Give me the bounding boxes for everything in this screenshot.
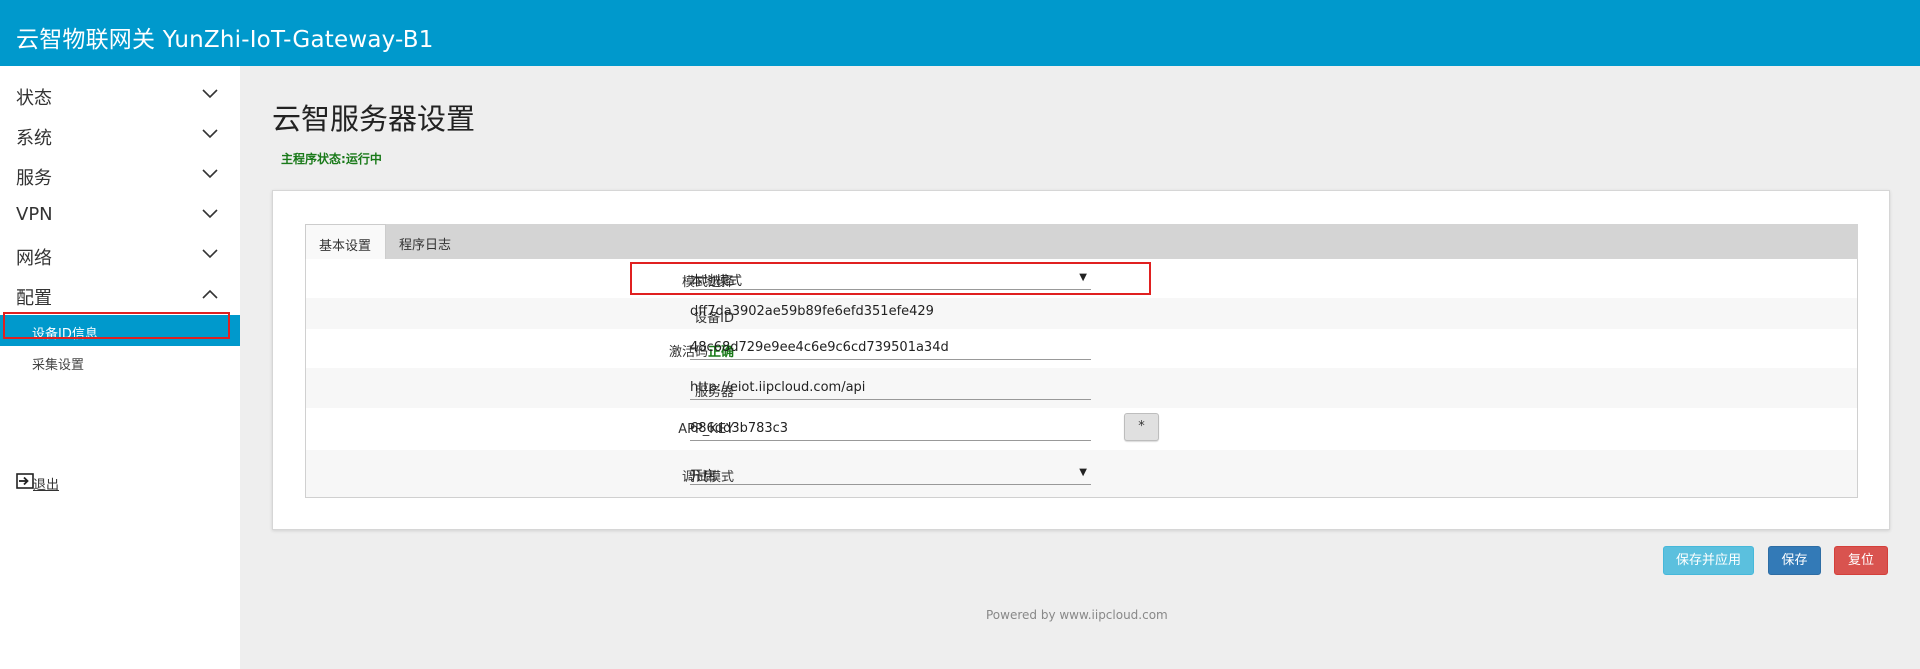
sidebar-item-status[interactable]: 状态	[0, 75, 240, 115]
debug-mode-select[interactable]: 开启 ▼	[690, 461, 1091, 485]
page-title: 云智服务器设置	[272, 102, 476, 136]
tab-bar: 基本设置 程序日志	[305, 224, 1858, 259]
top-header: 云智物联网关 YunZhi-IoT-Gateway-B1	[0, 0, 1920, 66]
sidebar-subitem-label: 设备ID信息	[32, 327, 98, 342]
tab-basic-settings[interactable]: 基本设置	[305, 224, 386, 259]
server-input[interactable]: http://eiot.iipcloud.com/api	[690, 376, 1091, 400]
sidebar-subitem-collect-settings[interactable]: 采集设置	[0, 346, 240, 377]
chevron-down-icon	[202, 207, 218, 221]
activation-code-input[interactable]: 48c68d729e9ee4c6e9c6cd739501a34d	[690, 336, 1091, 360]
settings-card: 基本设置 程序日志 模式选择 本地模式 ▼ 设备ID dff7da3902ae5…	[272, 190, 1890, 530]
tab-program-log[interactable]: 程序日志	[386, 224, 468, 259]
app-title: 云智物联网关 YunZhi-IoT-Gateway-B1	[16, 27, 434, 53]
program-status: 主程序状态:运行中	[281, 150, 382, 167]
chevron-down-icon	[202, 87, 218, 101]
chevron-down-icon	[202, 247, 218, 261]
sidebar-item-label: 配置	[16, 288, 52, 309]
mode-select-value: 本地模式	[690, 274, 743, 289]
logout-label: 退出	[33, 478, 60, 493]
save-and-apply-button[interactable]: 保存并应用	[1663, 546, 1754, 575]
mode-select[interactable]: 本地模式 ▼	[690, 266, 1091, 290]
sidebar-item-network[interactable]: 网络	[0, 235, 240, 275]
sidebar-subitem-device-id[interactable]: 设备ID信息	[0, 315, 240, 346]
sidebar: 状态 系统 服务 VPN 网络 配置 设备ID信息 采集设置 退出	[0, 66, 240, 669]
form-row-debug: 调试模式 开启 ▼	[306, 450, 1857, 497]
sidebar-item-services[interactable]: 服务	[0, 155, 240, 195]
reveal-key-button[interactable]: *	[1124, 413, 1159, 441]
app-key-value: 686dd3b783c3	[690, 421, 789, 436]
form-box: 模式选择 本地模式 ▼ 设备ID dff7da3902ae59b89fe6efd…	[305, 259, 1858, 498]
server-value: http://eiot.iipcloud.com/api	[690, 380, 866, 395]
form-row-activation: 激活码正确 48c68d729e9ee4c6e9c6cd739501a34d	[306, 329, 1857, 368]
tab-label: 基本设置	[319, 239, 372, 254]
sidebar-subitem-label: 采集设置	[32, 358, 85, 373]
tab-label: 程序日志	[399, 238, 452, 253]
save-button[interactable]: 保存	[1768, 546, 1821, 575]
footer-powered-by: Powered by www.iipcloud.com	[986, 608, 1168, 622]
device-id-value: dff7da3902ae59b89fe6efd351efe429	[690, 304, 934, 319]
activation-code-value: 48c68d729e9ee4c6e9c6cd739501a34d	[690, 340, 949, 355]
program-status-value: 运行中	[345, 152, 382, 166]
sidebar-item-label: 系统	[16, 128, 52, 149]
sidebar-item-label: VPN	[16, 204, 53, 225]
reset-button[interactable]: 复位	[1834, 546, 1888, 575]
sidebar-item-label: 服务	[16, 168, 52, 189]
form-row-app-key: APP_KEY 686dd3b783c3 *	[306, 408, 1857, 450]
form-row-mode: 模式选择 本地模式 ▼	[306, 259, 1857, 298]
form-row-device-id: 设备ID dff7da3902ae59b89fe6efd351efe429	[306, 298, 1857, 329]
program-status-label: 主程序状态:	[281, 152, 346, 166]
logout-icon	[16, 473, 34, 489]
form-row-server: 服务器 http://eiot.iipcloud.com/api	[306, 368, 1857, 408]
sidebar-item-config[interactable]: 配置	[0, 275, 240, 315]
sidebar-item-label: 网络	[16, 248, 52, 269]
app-key-input[interactable]: 686dd3b783c3	[690, 417, 1091, 441]
chevron-up-icon	[202, 287, 218, 301]
chevron-down-icon	[202, 167, 218, 181]
sidebar-item-vpn[interactable]: VPN	[0, 195, 240, 235]
chevron-down-icon	[202, 127, 218, 141]
dropdown-arrow-icon: ▼	[1079, 467, 1087, 478]
sidebar-item-system[interactable]: 系统	[0, 115, 240, 155]
debug-mode-value: 开启	[690, 469, 717, 484]
dropdown-arrow-icon: ▼	[1079, 272, 1087, 283]
sidebar-item-label: 状态	[16, 88, 52, 109]
